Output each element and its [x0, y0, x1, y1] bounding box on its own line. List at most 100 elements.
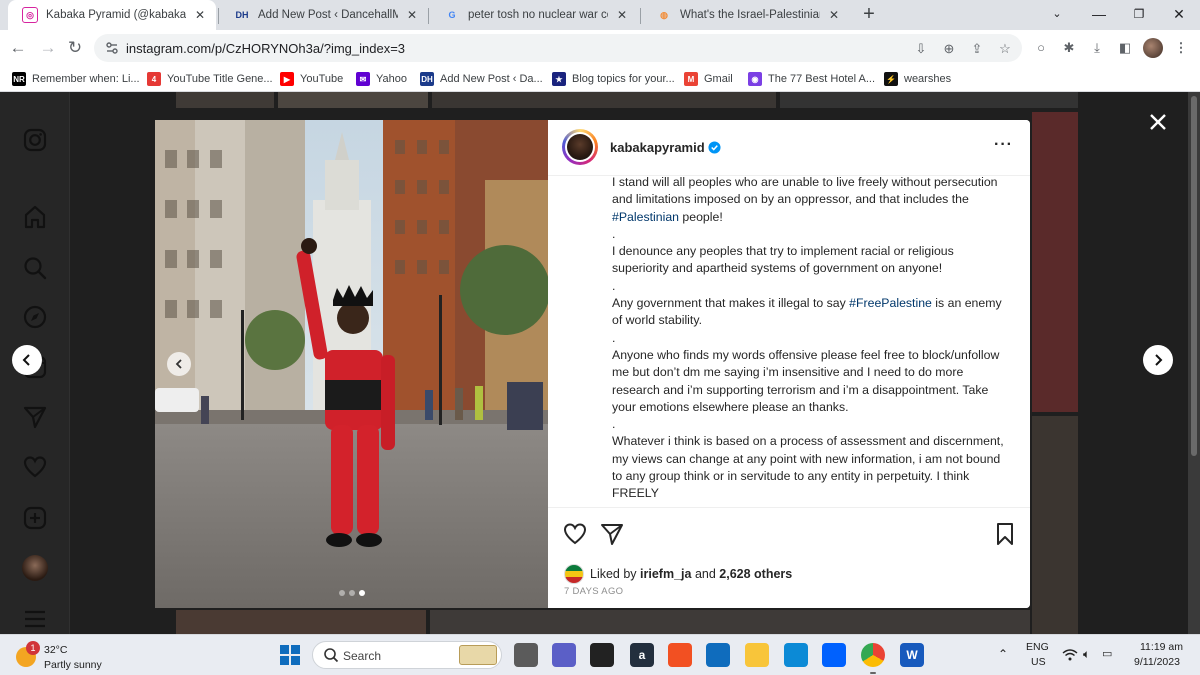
mail-icon[interactable]: [706, 643, 730, 667]
hashtag-link[interactable]: #Palestinian: [612, 210, 679, 224]
restore-button[interactable]: ❐: [1124, 3, 1154, 25]
start-button[interactable]: [278, 643, 302, 667]
notifications-heart-icon[interactable]: [22, 454, 48, 480]
wifi-icon[interactable]: [1062, 648, 1078, 662]
weather-widget[interactable]: 1 32°C Partly sunny: [16, 641, 126, 671]
tab-close-icon[interactable]: ✕: [192, 8, 208, 22]
tray-overflow-icon[interactable]: ⌃: [998, 647, 1008, 661]
bookmark-item[interactable]: NR Remember when: Li...: [12, 71, 140, 87]
site-info-icon[interactable]: [104, 40, 120, 56]
youtube-icon: ▶: [280, 72, 294, 86]
share-icon[interactable]: [599, 521, 625, 547]
liked-by-user[interactable]: iriefm_ja: [640, 567, 691, 581]
close-window-button[interactable]: ✕: [1164, 3, 1194, 25]
background-grid-tile: [432, 92, 776, 108]
messages-icon[interactable]: [22, 404, 48, 430]
clock-date[interactable]: 9/11/2023: [1134, 656, 1180, 668]
bookmark-item[interactable]: ✉ Yahoo: [356, 71, 407, 87]
bookmark-item[interactable]: M Gmail: [684, 71, 733, 87]
explore-icon[interactable]: [22, 304, 48, 330]
folder-icon[interactable]: [745, 643, 769, 667]
caption-text: I stand will all peoples who are unable …: [612, 176, 1008, 503]
bookmark-item[interactable]: 4 YouTube Title Gene...: [147, 71, 273, 87]
volume-icon[interactable]: 🔈︎: [1083, 647, 1090, 662]
post-side-panel: kabakapyramid ··· I stand will all peopl…: [548, 120, 1030, 608]
scrollbar-thumb[interactable]: [1191, 96, 1197, 456]
save-bookmark-icon[interactable]: [992, 521, 1018, 547]
background-grid-tile: [780, 92, 1078, 108]
carousel-previous-button[interactable]: [167, 352, 191, 376]
bookmark-item[interactable]: ★ Blog topics for your...: [552, 71, 675, 87]
hashtag-link[interactable]: #FreePalestine: [849, 296, 932, 310]
dropbox-icon[interactable]: [822, 643, 846, 667]
browser-tab[interactable]: ◍ What's the Israel-Palestinian con ✕: [642, 0, 850, 30]
previous-post-button[interactable]: [12, 345, 42, 375]
file-explorer-dark-icon[interactable]: [514, 643, 538, 667]
browser-tab[interactable]: Gpeter tosh no nuclear war conce ✕: [430, 0, 638, 30]
tab-close-icon[interactable]: ✕: [614, 8, 630, 22]
browser-tab[interactable]: DH Add New Post ‹ DancehallMag – ✕: [220, 0, 428, 30]
tab-search-icon[interactable]: ⌄: [1042, 3, 1072, 25]
language-bottom[interactable]: US: [1031, 656, 1046, 668]
author-username[interactable]: kabakapyramid: [610, 140, 705, 155]
app-bolt-icon[interactable]: [590, 643, 614, 667]
post-photo[interactable]: [155, 120, 548, 608]
like-heart-icon[interactable]: [562, 521, 588, 547]
extension-circle-icon[interactable]: ○: [1032, 39, 1050, 57]
tab-close-icon[interactable]: ✕: [826, 8, 842, 22]
post-actions: [548, 515, 1030, 555]
post-timestamp[interactable]: 7 DAYS AGO: [564, 586, 623, 597]
author-avatar[interactable]: [562, 129, 598, 165]
background-grid-tile: [278, 92, 428, 108]
likes-summary: Liked by iriefm_ja and 2,628 others: [564, 563, 792, 585]
bookmark-item[interactable]: ◉ The 77 Best Hotel A...: [748, 71, 875, 87]
new-tab-button[interactable]: +: [858, 4, 880, 26]
caption-text-run: Anyone who finds my words offensive plea…: [612, 347, 1000, 414]
edge-icon[interactable]: [784, 643, 808, 667]
profile-avatar[interactable]: [22, 555, 48, 581]
more-options-icon[interactable]: ···: [994, 137, 1013, 153]
home-icon[interactable]: [22, 204, 48, 230]
address-bar[interactable]: instagram.com/p/CzHORYNOh3a/?img_index=3…: [94, 34, 1022, 62]
taskbar-search[interactable]: Search: [312, 641, 502, 669]
url-text[interactable]: instagram.com/p/CzHORYNOh3a/?img_index=3: [126, 41, 405, 56]
zoom-icon[interactable]: ⊕: [940, 40, 958, 58]
bookmark-item[interactable]: ⚡ wearshes: [884, 71, 951, 87]
clock-time[interactable]: 11:19 am: [1140, 641, 1183, 653]
amazon-icon[interactable]: a: [630, 643, 654, 667]
bookmark-item[interactable]: DH Add New Post ‹ Da...: [420, 71, 543, 87]
language-top[interactable]: ENG: [1026, 641, 1049, 653]
word-icon[interactable]: W: [900, 643, 924, 667]
create-post-icon[interactable]: [22, 505, 48, 531]
carousel-dot: [339, 590, 345, 596]
store-icon[interactable]: [668, 643, 692, 667]
tab-close-icon[interactable]: ✕: [404, 8, 420, 22]
battery-icon[interactable]: ▭: [1102, 647, 1112, 660]
profile-avatar[interactable]: [1143, 38, 1163, 58]
chrome-menu-icon[interactable]: ⋮: [1172, 39, 1190, 57]
close-icon[interactable]: [1146, 110, 1170, 134]
video-chat-icon[interactable]: [552, 643, 576, 667]
back-button[interactable]: ←: [6, 36, 30, 60]
browser-tab[interactable]: ◎ Kabaka Pyramid (@kabakapyram ✕: [8, 0, 216, 30]
more-menu-icon[interactable]: [22, 606, 48, 632]
liker-avatar[interactable]: [564, 564, 584, 584]
extensions-puzzle-icon[interactable]: ✱: [1060, 39, 1078, 57]
minimize-button[interactable]: —: [1084, 3, 1114, 25]
instagram-logo-icon[interactable]: [22, 127, 48, 153]
next-post-button[interactable]: [1143, 345, 1173, 375]
side-panel-icon[interactable]: ◧: [1116, 39, 1134, 57]
page-scrollbar[interactable]: [1188, 92, 1200, 634]
reload-button[interactable]: ↻: [63, 36, 87, 60]
weather-badge: 1: [26, 641, 40, 655]
bookmark-star-icon[interactable]: ☆: [996, 40, 1014, 58]
dh-favicon-icon: DH: [235, 10, 249, 20]
search-icon[interactable]: [22, 255, 48, 281]
downloads-icon[interactable]: ⤓: [1088, 39, 1106, 57]
forward-button[interactable]: →: [36, 36, 60, 60]
bookmark-item[interactable]: ▶ YouTube: [280, 71, 343, 87]
share-icon[interactable]: ⇪: [968, 40, 986, 58]
chrome-icon[interactable]: [861, 643, 885, 667]
liked-by-others[interactable]: 2,628 others: [719, 567, 792, 581]
install-app-icon[interactable]: ⇩: [912, 40, 930, 58]
